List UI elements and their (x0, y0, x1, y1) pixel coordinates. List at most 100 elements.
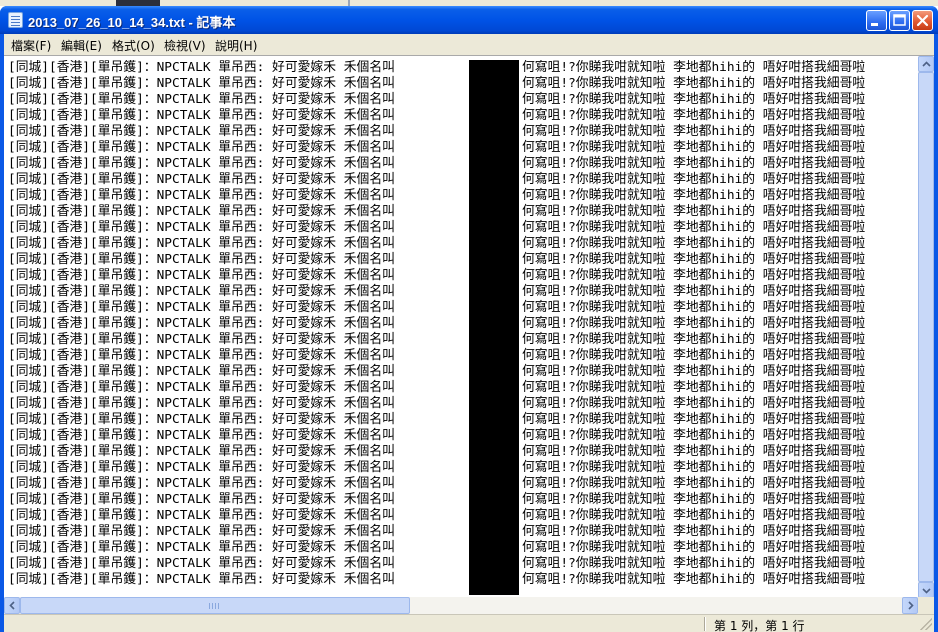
horizontal-scrollbar[interactable] (4, 597, 918, 614)
text-line-right: 何寫咀!?你睇我咁就知啦 李地都hihi的 唔好咁搭我細哥啦 (522, 172, 866, 187)
text-line-right: 何寫咀!?你睇我咁就知啦 李地都hihi的 唔好咁搭我細哥啦 (522, 76, 866, 91)
text-line-right: 何寫咀!?你睇我咁就知啦 李地都hihi的 唔好咁搭我細哥啦 (522, 284, 866, 299)
text-line-right: 何寫咀!?你睇我咁就知啦 李地都hihi的 唔好咁搭我細哥啦 (522, 476, 866, 491)
text-line-right: 何寫咀!?你睇我咁就知啦 李地都hihi的 唔好咁搭我細哥啦 (522, 236, 866, 251)
text-line-left: [同城][香港][單吊鑊]：NPCTALK 單吊西: 好可愛嫁禾 禾個名叫 (8, 108, 395, 123)
vertical-scrollbar[interactable] (918, 56, 934, 598)
text-line-left: [同城][香港][單吊鑊]：NPCTALK 單吊西: 好可愛嫁禾 禾個名叫 (8, 76, 395, 91)
text-line-left: [同城][香港][單吊鑊]：NPCTALK 單吊西: 好可愛嫁禾 禾個名叫 (8, 348, 395, 363)
text-line-left: [同城][香港][單吊鑊]：NPCTALK 單吊西: 好可愛嫁禾 禾個名叫 (8, 524, 395, 539)
text-line-right: 何寫咀!?你睇我咁就知啦 李地都hihi的 唔好咁搭我細哥啦 (522, 380, 866, 395)
text-line-left: [同城][香港][單吊鑊]：NPCTALK 單吊西: 好可愛嫁禾 禾個名叫 (8, 188, 395, 203)
text-line-right: 何寫咀!?你睇我咁就知啦 李地都hihi的 唔好咁搭我細哥啦 (522, 460, 866, 475)
close-button[interactable] (912, 10, 933, 31)
text-line-right: 何寫咀!?你睇我咁就知啦 李地都hihi的 唔好咁搭我細哥啦 (522, 348, 866, 363)
horizontal-scroll-thumb[interactable] (20, 597, 410, 614)
text-line-right: 何寫咀!?你睇我咁就知啦 李地都hihi的 唔好咁搭我細哥啦 (522, 124, 866, 139)
text-line-right: 何寫咀!?你睇我咁就知啦 李地都hihi的 唔好咁搭我細哥啦 (522, 412, 866, 427)
menu-view[interactable]: 檢視(V) (164, 37, 206, 54)
text-line-left: [同城][香港][單吊鑊]：NPCTALK 單吊西: 好可愛嫁禾 禾個名叫 (8, 476, 395, 491)
notepad-icon[interactable] (8, 12, 23, 28)
menu-bar: 檔案(F) 編輯(E) 格式(O) 檢視(V) 說明(H) (4, 34, 934, 55)
text-line-left: [同城][香港][單吊鑊]：NPCTALK 單吊西: 好可愛嫁禾 禾個名叫 (8, 380, 395, 395)
menu-format[interactable]: 格式(O) (112, 37, 155, 54)
text-line-right: 何寫咀!?你睇我咁就知啦 李地都hihi的 唔好咁搭我細哥啦 (522, 556, 866, 571)
window-title: 2013_07_26_10_14_34.txt - 記事本 (28, 15, 236, 30)
text-line-right: 何寫咀!?你睇我咁就知啦 李地都hihi的 唔好咁搭我細哥啦 (522, 364, 866, 379)
scroll-down-button[interactable] (918, 582, 934, 598)
text-line-right: 何寫咀!?你睇我咁就知啦 李地都hihi的 唔好咁搭我細哥啦 (522, 332, 866, 347)
text-line-right: 何寫咀!?你睇我咁就知啦 李地都hihi的 唔好咁搭我細哥啦 (522, 268, 866, 283)
text-line-left: [同城][香港][單吊鑊]：NPCTALK 單吊西: 好可愛嫁禾 禾個名叫 (8, 300, 395, 315)
text-line-left: [同城][香港][單吊鑊]：NPCTALK 單吊西: 好可愛嫁禾 禾個名叫 (8, 140, 395, 155)
text-line-left: [同城][香港][單吊鑊]：NPCTALK 單吊西: 好可愛嫁禾 禾個名叫 (8, 156, 395, 171)
text-line-right: 何寫咀!?你睇我咁就知啦 李地都hihi的 唔好咁搭我細哥啦 (522, 156, 866, 171)
text-line-left: [同城][香港][單吊鑊]：NPCTALK 單吊西: 好可愛嫁禾 禾個名叫 (8, 124, 395, 139)
text-line-left: [同城][香港][單吊鑊]：NPCTALK 單吊西: 好可愛嫁禾 禾個名叫 (8, 268, 395, 283)
text-line-left: [同城][香港][單吊鑊]：NPCTALK 單吊西: 好可愛嫁禾 禾個名叫 (8, 572, 395, 587)
text-line-left: [同城][香港][單吊鑊]：NPCTALK 單吊西: 好可愛嫁禾 禾個名叫 (8, 252, 395, 267)
text-line-left: [同城][香港][單吊鑊]：NPCTALK 單吊西: 好可愛嫁禾 禾個名叫 (8, 556, 395, 571)
text-line-left: [同城][香港][單吊鑊]：NPCTALK 單吊西: 好可愛嫁禾 禾個名叫 (8, 236, 395, 251)
text-line-right: 何寫咀!?你睇我咁就知啦 李地都hihi的 唔好咁搭我細哥啦 (522, 300, 866, 315)
text-line-right: 何寫咀!?你睇我咁就知啦 李地都hihi的 唔好咁搭我細哥啦 (522, 444, 866, 459)
text-editor[interactable]: [同城][香港][單吊鑊]：NPCTALK 單吊西: 好可愛嫁禾 禾個名叫何寫咀… (4, 55, 934, 598)
text-line-right: 何寫咀!?你睇我咁就知啦 李地都hihi的 唔好咁搭我細哥啦 (522, 428, 866, 443)
text-line-right: 何寫咀!?你睇我咁就知啦 李地都hihi的 唔好咁搭我細哥啦 (522, 540, 866, 555)
text-line-right: 何寫咀!?你睇我咁就知啦 李地都hihi的 唔好咁搭我細哥啦 (522, 524, 866, 539)
maximize-icon (893, 14, 906, 26)
text-line-left: [同城][香港][單吊鑊]：NPCTALK 單吊西: 好可愛嫁禾 禾個名叫 (8, 204, 395, 219)
text-line-left: [同城][香港][單吊鑊]：NPCTALK 單吊西: 好可愛嫁禾 禾個名叫 (8, 540, 395, 555)
minimize-icon (871, 23, 878, 26)
text-line-left: [同城][香港][單吊鑊]：NPCTALK 單吊西: 好可愛嫁禾 禾個名叫 (8, 412, 395, 427)
text-line-left: [同城][香港][單吊鑊]：NPCTALK 單吊西: 好可愛嫁禾 禾個名叫 (8, 332, 395, 347)
status-divider (704, 617, 706, 631)
text-line-left: [同城][香港][單吊鑊]：NPCTALK 單吊西: 好可愛嫁禾 禾個名叫 (8, 508, 395, 523)
menu-edit[interactable]: 編輯(E) (61, 37, 102, 54)
document-text[interactable]: [同城][香港][單吊鑊]：NPCTALK 單吊西: 好可愛嫁禾 禾個名叫何寫咀… (8, 60, 918, 595)
text-line-left: [同城][香港][單吊鑊]：NPCTALK 單吊西: 好可愛嫁禾 禾個名叫 (8, 444, 395, 459)
text-line-right: 何寫咀!?你睇我咁就知啦 李地都hihi的 唔好咁搭我細哥啦 (522, 396, 866, 411)
text-line-left: [同城][香港][單吊鑊]：NPCTALK 單吊西: 好可愛嫁禾 禾個名叫 (8, 364, 395, 379)
text-line-right: 何寫咀!?你睇我咁就知啦 李地都hihi的 唔好咁搭我細哥啦 (522, 220, 866, 235)
text-line-left: [同城][香港][單吊鑊]：NPCTALK 單吊西: 好可愛嫁禾 禾個名叫 (8, 92, 395, 107)
text-line-left: [同城][香港][單吊鑊]：NPCTALK 單吊西: 好可愛嫁禾 禾個名叫 (8, 172, 395, 187)
text-line-left: [同城][香港][單吊鑊]：NPCTALK 單吊西: 好可愛嫁禾 禾個名叫 (8, 316, 395, 331)
scroll-up-button[interactable] (918, 56, 934, 72)
text-line-right: 何寫咀!?你睇我咁就知啦 李地都hihi的 唔好咁搭我細哥啦 (522, 188, 866, 203)
text-line-left: [同城][香港][單吊鑊]：NPCTALK 單吊西: 好可愛嫁禾 禾個名叫 (8, 492, 395, 507)
text-line-left: [同城][香港][單吊鑊]：NPCTALK 單吊西: 好可愛嫁禾 禾個名叫 (8, 284, 395, 299)
text-line-right: 何寫咀!?你睇我咁就知啦 李地都hihi的 唔好咁搭我細哥啦 (522, 316, 866, 331)
text-line-left: [同城][香港][單吊鑊]：NPCTALK 單吊西: 好可愛嫁禾 禾個名叫 (8, 60, 395, 75)
maximize-button[interactable] (889, 10, 910, 31)
scroll-right-button[interactable] (902, 597, 918, 614)
text-line-left: [同城][香港][單吊鑊]：NPCTALK 單吊西: 好可愛嫁禾 禾個名叫 (8, 460, 395, 475)
text-line-right: 何寫咀!?你睇我咁就知啦 李地都hihi的 唔好咁搭我細哥啦 (522, 92, 866, 107)
close-icon (916, 14, 929, 27)
title-bar[interactable]: 2013_07_26_10_14_34.txt - 記事本 (0, 6, 938, 34)
text-line-left: [同城][香港][單吊鑊]：NPCTALK 單吊西: 好可愛嫁禾 禾個名叫 (8, 428, 395, 443)
resize-grip[interactable] (920, 618, 932, 630)
text-line-right: 何寫咀!?你睇我咁就知啦 李地都hihi的 唔好咁搭我細哥啦 (522, 252, 866, 267)
scroll-left-icon (9, 601, 15, 610)
notepad-window: 2013_07_26_10_14_34.txt - 記事本 檔案(F) 編輯(E… (0, 6, 938, 632)
scrollbar-corner (918, 597, 934, 614)
text-line-left: [同城][香港][單吊鑊]：NPCTALK 單吊西: 好可愛嫁禾 禾個名叫 (8, 220, 395, 235)
scroll-down-icon (922, 588, 931, 594)
scroll-up-icon (922, 61, 931, 67)
vertical-scroll-thumb[interactable] (918, 72, 934, 582)
menu-file[interactable]: 檔案(F) (11, 37, 51, 54)
text-line-right: 何寫咀!?你睇我咁就知啦 李地都hihi的 唔好咁搭我細哥啦 (522, 140, 866, 155)
text-line-right: 何寫咀!?你睇我咁就知啦 李地都hihi的 唔好咁搭我細哥啦 (522, 204, 866, 219)
text-line-right: 何寫咀!?你睇我咁就知啦 李地都hihi的 唔好咁搭我細哥啦 (522, 508, 866, 523)
text-line-right: 何寫咀!?你睇我咁就知啦 李地都hihi的 唔好咁搭我細哥啦 (522, 108, 866, 123)
cursor-position: 第 1 列，第 1 行 (714, 619, 805, 632)
menu-help[interactable]: 說明(H) (215, 37, 257, 54)
scroll-grip (209, 603, 219, 609)
minimize-button[interactable] (866, 10, 887, 31)
text-line-right: 何寫咀!?你睇我咁就知啦 李地都hihi的 唔好咁搭我細哥啦 (522, 572, 866, 587)
scroll-left-button[interactable] (4, 597, 20, 614)
status-bar: 第 1 列，第 1 行 (4, 614, 934, 632)
text-line-left: [同城][香港][單吊鑊]：NPCTALK 單吊西: 好可愛嫁禾 禾個名叫 (8, 396, 395, 411)
text-line-right: 何寫咀!?你睇我咁就知啦 李地都hihi的 唔好咁搭我細哥啦 (522, 492, 866, 507)
